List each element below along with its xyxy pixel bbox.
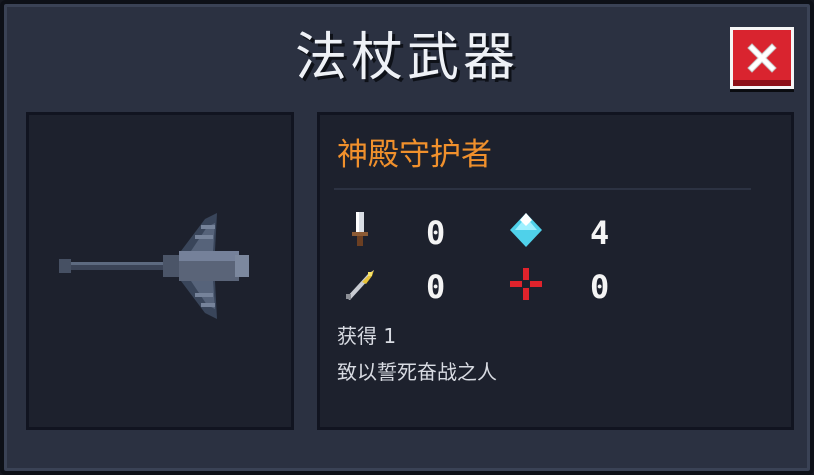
weapon-description: 致以誓死奋战之人 [337,360,497,384]
quill-crit-icon [346,270,374,300]
staff-weapon-icon [59,213,249,319]
blue-crystal-mana-icon [510,213,542,247]
stat-inaccuracy-value: 0 [590,268,610,306]
red-crosshair-inaccuracy-icon [510,268,542,300]
weapon-preview-panel [26,112,294,430]
stat-damage-value: 0 [426,214,446,252]
obtained-count: 获得 1 [337,324,397,348]
stat-crit-value: 0 [426,268,446,306]
dialog-title: 法杖武器 [294,28,519,88]
weapon-name: 神殿守护者 [337,137,492,173]
weapon-dialog: 法杖武器 神殿守护者 0 4 0 0 获得 1 致以誓死奋战之人 [0,0,814,475]
weapon-info-panel: 神殿守护者 0 4 0 0 获得 1 致以誓死奋战之人 [317,112,794,430]
close-button[interactable] [730,27,794,89]
divider [334,188,751,190]
close-x-icon [747,43,777,73]
sword-damage-icon [352,212,368,246]
stat-mana-value: 4 [590,214,610,252]
